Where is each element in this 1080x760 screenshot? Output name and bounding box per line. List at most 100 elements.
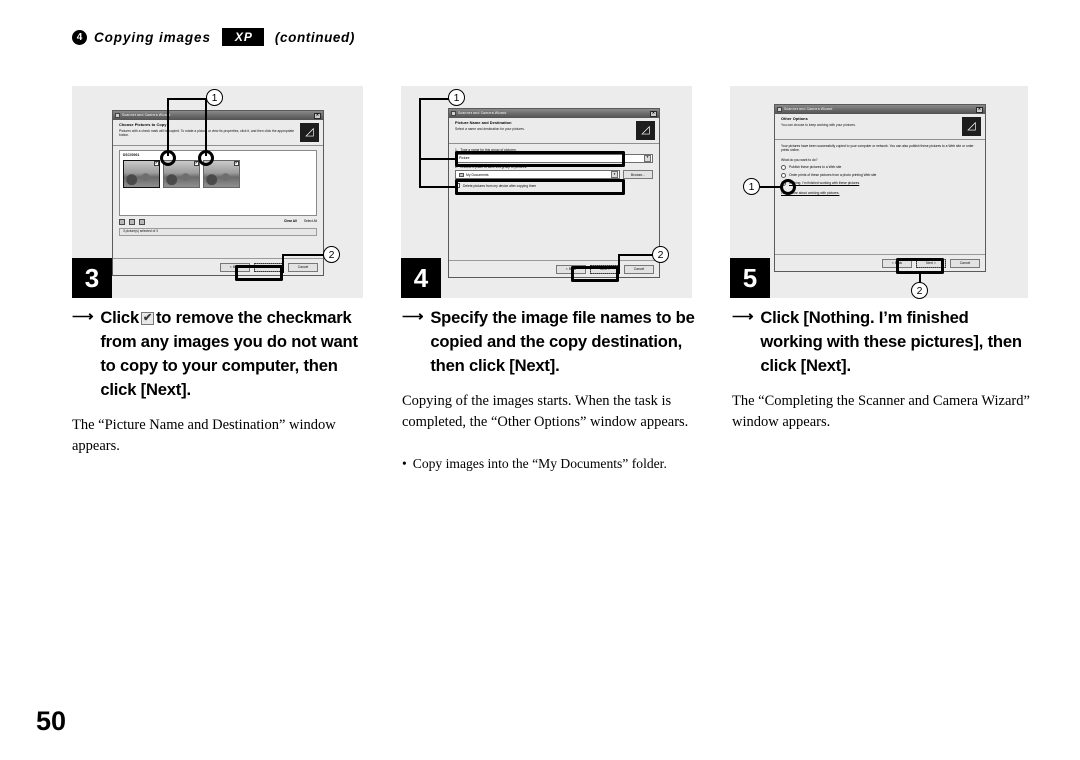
- callout-1: 1: [743, 178, 760, 195]
- folder-label: DSC00001: [123, 153, 140, 157]
- caption-step-4: ⟶ Specify the image file names to be cop…: [402, 306, 702, 473]
- callout-2: 2: [652, 246, 669, 263]
- callout-1: 1: [448, 89, 465, 106]
- thumbnail-item[interactable]: ✔: [123, 159, 160, 188]
- cancel-button[interactable]: Cancel: [950, 258, 980, 268]
- thumbnail-checkbox[interactable]: ✔: [154, 160, 159, 166]
- next-button[interactable]: Next >: [254, 262, 284, 272]
- field-label: 2. Choose a place to save this group of …: [455, 165, 653, 169]
- field-label-text: Type a name for this group of pictures:: [460, 148, 517, 152]
- destination-value: My Documents: [466, 172, 489, 177]
- question-label: What do you want to do?: [781, 157, 818, 162]
- caption-body: The “Completing the Scanner and Camera W…: [732, 393, 1030, 430]
- picture-list[interactable]: DSC00001 ✔ ✔ ✔: [119, 150, 317, 216]
- leader-line: [282, 254, 324, 256]
- delete-after-copy-label: Delete pictures from my device after cop…: [463, 183, 537, 188]
- option-label: Order prints of these pictures from a ph…: [789, 172, 877, 177]
- learn-more-link[interactable]: Learn more about working with pictures.: [781, 191, 979, 195]
- dialog-body: DSC00001 ✔ ✔ ✔ Clear All Select All 3 pi…: [113, 146, 323, 258]
- caption-step-5: ⟶ Click [Nothing. I’m finished working w…: [732, 306, 1032, 432]
- chevron-down-icon[interactable]: ▼: [644, 154, 651, 162]
- leader-line: [419, 98, 421, 187]
- thumbnail-item[interactable]: ✔: [203, 159, 240, 188]
- leader-line: [167, 98, 209, 100]
- dialog-header: Picture Name and Destination Select a na…: [449, 118, 659, 144]
- panel-step-4: 4 Scanner and Camera Wizard ✕ Picture Na…: [401, 86, 692, 298]
- screenshot-panels: 3 Scanner and Camera Wizard ✕ Choose Pic…: [72, 86, 1028, 299]
- destination-combo[interactable]: My Documents ▼: [455, 170, 620, 180]
- callout-2: 2: [323, 246, 340, 263]
- page-header: 4 Copying images XP (continued): [72, 28, 355, 46]
- dialog-heading: Picture Name and Destination: [455, 120, 512, 125]
- leader-line: [419, 98, 449, 100]
- caption-bullet-text: Copy images into the “My Documents” fold…: [412, 456, 667, 472]
- close-icon[interactable]: ✕: [314, 112, 321, 119]
- dialog-title: Scanner and Camera Wizard: [458, 111, 507, 116]
- cancel-button[interactable]: Cancel: [624, 264, 654, 274]
- dialog-body: Your pictures have been successfully cop…: [775, 140, 985, 254]
- rotate-left-icon[interactable]: [119, 219, 125, 225]
- callout-1: 1: [206, 89, 223, 106]
- header-title: Copying images: [94, 29, 211, 45]
- option-order-prints[interactable]: Order prints of these pictures from a ph…: [781, 172, 979, 179]
- bullet-icon: •: [402, 456, 407, 472]
- panel-step-5: 5 Scanner and Camera Wizard ✕ Other Opti…: [730, 86, 1028, 299]
- clear-all-button[interactable]: Clear All: [284, 219, 297, 224]
- chevron-down-icon[interactable]: ▼: [611, 171, 618, 179]
- arrow-right-icon: ⟶: [732, 308, 754, 325]
- wizard-logo-icon: ◿: [300, 123, 319, 142]
- rotate-right-icon[interactable]: [129, 219, 135, 225]
- option-publish-web[interactable]: Publish these pictures to a Web site: [781, 164, 979, 171]
- delete-after-copy-option[interactable]: Delete pictures from my device after cop…: [455, 183, 653, 189]
- picture-toolbar: Clear All Select All: [119, 219, 317, 225]
- field-group-name: 1. Type a name for this group of picture…: [455, 148, 653, 163]
- dialog-heading: Choose Pictures to Copy: [119, 122, 167, 127]
- browse-button[interactable]: Browse...: [623, 170, 653, 180]
- caption-bold: ⟶ Click [Nothing. I’m finished working w…: [732, 306, 1032, 378]
- step-badge-5: 5: [730, 258, 770, 298]
- header-step-bullet: 4: [72, 29, 87, 45]
- field-number: 2.: [455, 164, 458, 169]
- radio-icon[interactable]: [781, 173, 786, 179]
- back-button[interactable]: < Back: [220, 262, 250, 272]
- leader-line: [282, 254, 284, 273]
- header-continued: (continued): [274, 29, 355, 45]
- dialog-footer: < Back Next > Cancel: [449, 260, 659, 277]
- radio-icon[interactable]: [781, 165, 786, 171]
- next-button[interactable]: Next >: [590, 264, 620, 274]
- select-all-button[interactable]: Select All: [304, 219, 317, 224]
- thumbnail-checkbox[interactable]: ✔: [234, 160, 239, 166]
- cancel-button[interactable]: Cancel: [288, 262, 318, 272]
- dialog-choose-pictures: Scanner and Camera Wizard ✕ Choose Pictu…: [112, 110, 324, 276]
- next-button[interactable]: Next >: [916, 258, 946, 268]
- xp-badge: XP: [221, 28, 264, 46]
- dialog-body: 1. Type a name for this group of picture…: [449, 144, 659, 260]
- leader-line: [618, 254, 653, 256]
- result-paragraph: Your pictures have been successfully cop…: [781, 144, 974, 153]
- wizard-icon: [451, 111, 456, 116]
- field-number: 1.: [455, 148, 458, 152]
- caption-body: Copying of the images starts. When the t…: [402, 393, 689, 430]
- properties-icon[interactable]: [139, 219, 145, 225]
- back-button[interactable]: < Back: [556, 264, 586, 274]
- dialog-subheading: Select a name and destination for your p…: [455, 127, 525, 132]
- panel-step-3: 3 Scanner and Camera Wizard ✕ Choose Pic…: [72, 86, 363, 298]
- back-button[interactable]: < Back: [882, 258, 912, 268]
- dialog-picture-name-destination: Scanner and Camera Wizard ✕ Picture Name…: [448, 108, 660, 278]
- page-number: 50: [36, 706, 67, 736]
- leader-line: [618, 254, 620, 274]
- option-nothing-finished[interactable]: Nothing. I'm finished working with these…: [781, 181, 979, 187]
- caption-bold: ⟶ Clickto remove the checkmark from any …: [72, 306, 372, 402]
- thumbnail-item[interactable]: ✔: [163, 159, 200, 188]
- dialog-heading: Other Options: [781, 116, 808, 121]
- field-label-text: Choose a place to save this group of pic…: [460, 164, 528, 169]
- option-label: Publish these pictures to a Web site: [789, 164, 842, 169]
- dialog-titlebar: Scanner and Camera Wizard ✕: [449, 109, 659, 118]
- caption-bold: ⟶ Specify the image file names to be cop…: [402, 306, 702, 378]
- close-icon[interactable]: ✕: [976, 106, 983, 113]
- step-badge-4: 4: [401, 258, 441, 298]
- thumbnail-checkbox[interactable]: ✔: [194, 160, 199, 166]
- picture-name-combo[interactable]: Picture ▼: [455, 153, 653, 163]
- close-icon[interactable]: ✕: [650, 110, 657, 117]
- selection-status: 3 picture(s) selected of 3: [119, 228, 317, 236]
